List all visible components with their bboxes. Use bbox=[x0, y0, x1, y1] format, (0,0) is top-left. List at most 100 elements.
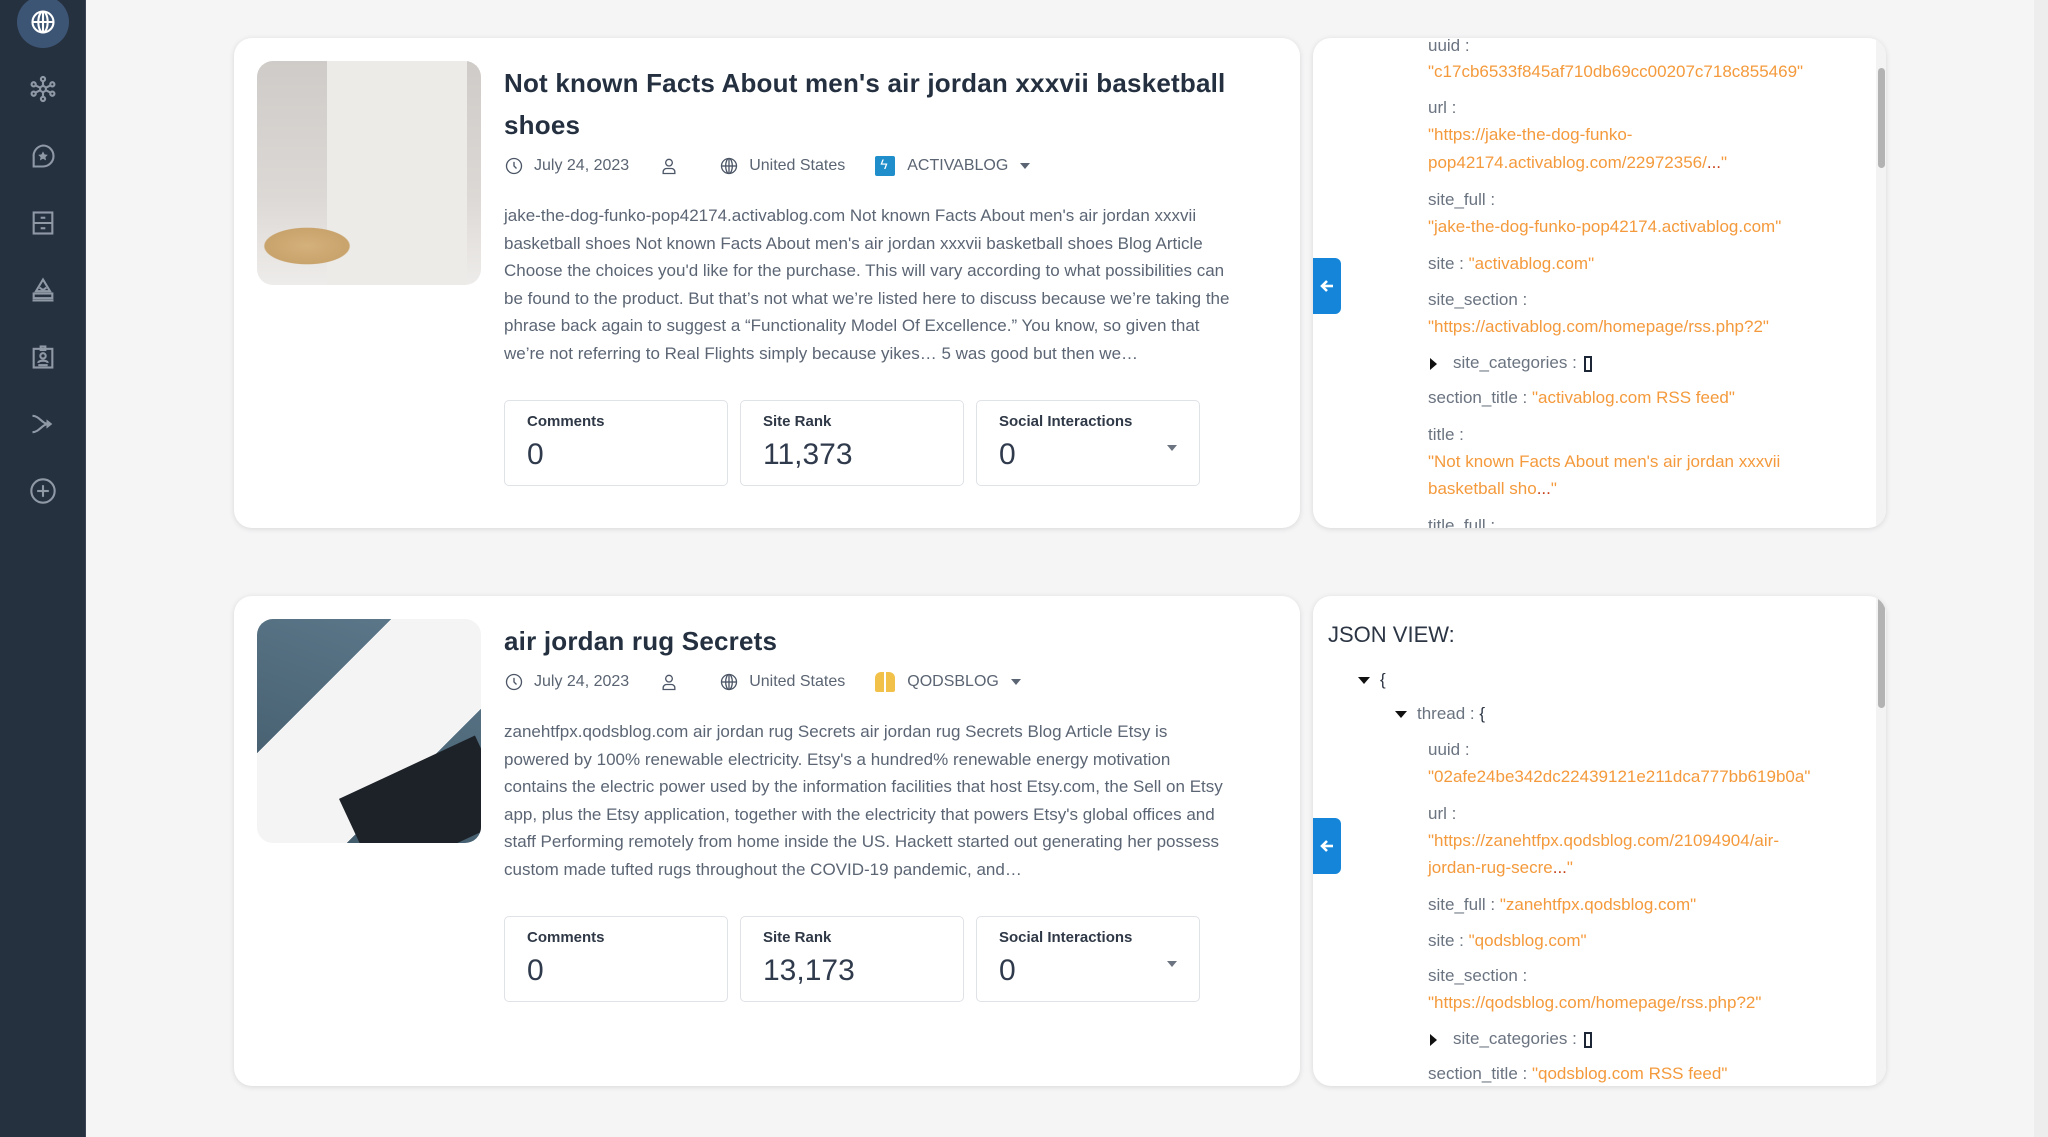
article-card: Not known Facts About men's air jordan x… bbox=[234, 38, 1300, 528]
json-scrollbar[interactable] bbox=[1876, 596, 1886, 1086]
expand-icon[interactable] bbox=[1430, 1033, 1437, 1046]
ellipsis[interactable]: ... bbox=[1553, 858, 1567, 877]
caret-down-icon bbox=[1020, 163, 1031, 169]
merge-icon bbox=[32, 414, 53, 434]
article-thumbnail[interactable] bbox=[257, 61, 481, 285]
json-key: site_section : bbox=[1428, 966, 1528, 985]
json-value: "https://zanehtfpx.qodsblog.com/21094904… bbox=[1428, 831, 1779, 850]
json-value: "https://activablog.com/homepage/rss.php… bbox=[1428, 317, 1769, 336]
sidebar-item-identity[interactable] bbox=[17, 331, 69, 383]
collapse-json-button[interactable] bbox=[1313, 258, 1341, 314]
site-rank-label: Site Rank bbox=[763, 413, 832, 430]
expand-icon[interactable] bbox=[1430, 357, 1437, 370]
article-stats: Comments 0 Site Rank 13,173 Social Inter… bbox=[504, 916, 1200, 1002]
sidebar-item-network[interactable] bbox=[17, 63, 69, 115]
json-key: title_full : bbox=[1428, 516, 1496, 528]
json-key: section_title : bbox=[1428, 1064, 1528, 1083]
author-meta bbox=[659, 156, 689, 176]
badge-icon bbox=[32, 345, 54, 369]
scrollbar-thumb[interactable] bbox=[1878, 596, 1885, 708]
social-interactions-value: 0 bbox=[999, 438, 1016, 471]
json-value: "https://qodsblog.com/homepage/rss.php?2… bbox=[1428, 993, 1762, 1012]
sidebar bbox=[0, 0, 86, 1137]
collapse-json-button[interactable] bbox=[1313, 818, 1341, 874]
json-key: title : bbox=[1428, 425, 1464, 444]
sidebar-item-web[interactable] bbox=[17, 0, 69, 48]
empty-array-icon bbox=[1583, 355, 1592, 372]
sidebar-item-add[interactable] bbox=[17, 465, 69, 517]
site-rank-stat: Site Rank 11,373 bbox=[740, 400, 964, 486]
site-rank-stat: Site Rank 13,173 bbox=[740, 916, 964, 1002]
comments-stat: Comments 0 bbox=[504, 400, 728, 486]
json-view-panel: JSON VIEW: { thread : { uuid : "02afe24b… bbox=[1313, 596, 1886, 1086]
source-dropdown[interactable]: ACTIVABLOG bbox=[875, 156, 1031, 176]
json-key: uuid : bbox=[1428, 740, 1470, 759]
article-stats: Comments 0 Site Rank 11,373 Social Inter… bbox=[504, 400, 1200, 486]
activablog-logo-icon bbox=[875, 156, 896, 176]
json-scrollbar[interactable] bbox=[1876, 38, 1886, 528]
json-key: site : bbox=[1428, 254, 1464, 273]
user-icon bbox=[662, 674, 676, 691]
globe-icon bbox=[31, 10, 55, 34]
json-key: url : bbox=[1428, 804, 1457, 823]
source-dropdown[interactable]: QODSBLOG bbox=[875, 672, 1021, 692]
json-value: "Not known Facts About men's air jordan … bbox=[1428, 452, 1781, 471]
country-meta: United States bbox=[719, 156, 845, 176]
json-value: "activablog.com" bbox=[1468, 254, 1595, 273]
json-key: site_categories : bbox=[1453, 353, 1577, 372]
json-value: "02afe24be342dc22439121e211dca777bb619b0… bbox=[1428, 767, 1811, 786]
json-key: site : bbox=[1428, 931, 1464, 950]
country: United States bbox=[749, 673, 846, 690]
thread-node[interactable]: thread : { bbox=[1395, 700, 1485, 728]
sidebar-item-dark-web[interactable] bbox=[17, 264, 69, 316]
clock-icon bbox=[505, 157, 523, 175]
root-node[interactable]: { bbox=[1358, 666, 1386, 694]
published-date: July 24, 2023 bbox=[534, 157, 630, 174]
sidebar-item-reviews[interactable] bbox=[17, 130, 69, 182]
sidebar-item-merge[interactable] bbox=[17, 398, 69, 450]
globe-icon bbox=[721, 673, 738, 691]
scrollbar-thumb[interactable] bbox=[1878, 68, 1885, 168]
json-value: pop42174.activablog.com/22972356/ bbox=[1428, 153, 1707, 172]
arrow-left-icon bbox=[1320, 280, 1333, 292]
sidebar-item-archive[interactable] bbox=[17, 197, 69, 249]
ellipsis[interactable]: ... bbox=[1707, 153, 1721, 172]
collapse-icon[interactable] bbox=[1395, 711, 1407, 719]
json-key: site_full : bbox=[1428, 190, 1496, 209]
collapse-icon[interactable] bbox=[1358, 677, 1370, 685]
json-key: section_title : bbox=[1428, 388, 1528, 407]
site-categories-node[interactable]: site_categories : bbox=[1430, 1025, 1592, 1053]
globe-icon bbox=[721, 157, 738, 175]
json-value: jordan-rug-secre bbox=[1428, 858, 1553, 877]
ellipsis[interactable]: ... bbox=[1537, 479, 1551, 498]
social-interactions-label: Social Interactions bbox=[999, 413, 1133, 430]
json-key: site_section : bbox=[1428, 290, 1528, 309]
quote: " bbox=[1721, 153, 1728, 172]
article-title[interactable]: Not known Facts About men's air jordan x… bbox=[504, 62, 1284, 146]
add-icon bbox=[30, 478, 56, 504]
page-scroll-track[interactable] bbox=[2034, 0, 2048, 1137]
article-thumbnail[interactable] bbox=[257, 619, 481, 843]
json-key: uuid : bbox=[1428, 38, 1470, 55]
article-meta: July 24, 2023 United States ACTIVABLOG bbox=[504, 156, 1060, 176]
social-interactions-value: 0 bbox=[999, 954, 1016, 987]
clock-icon bbox=[505, 673, 523, 691]
caret-down-icon bbox=[1167, 445, 1177, 451]
comments-stat: Comments 0 bbox=[504, 916, 728, 1002]
json-value: basketball sho bbox=[1428, 479, 1537, 498]
quote: " bbox=[1566, 858, 1573, 877]
json-view-panel: uuid : "c17cb6533f845af710db69cc00207c71… bbox=[1313, 38, 1886, 528]
json-value: "c17cb6533f845af710db69cc00207c718c85546… bbox=[1428, 62, 1804, 81]
json-value: "activablog.com RSS feed" bbox=[1531, 388, 1735, 407]
star-chat-icon bbox=[32, 144, 55, 168]
article-title[interactable]: air jordan rug Secrets bbox=[504, 620, 1284, 662]
site-categories-node[interactable]: site_categories : bbox=[1430, 349, 1592, 377]
date-meta: July 24, 2023 bbox=[504, 672, 629, 692]
site-rank-value: 11,373 bbox=[763, 438, 853, 471]
article-card: air jordan rug Secrets July 24, 2023 Uni… bbox=[234, 596, 1300, 1086]
json-value: "qodsblog.com RSS feed" bbox=[1531, 1064, 1728, 1083]
json-brace: { bbox=[1380, 670, 1386, 689]
social-interactions-dropdown[interactable]: Social Interactions 0 bbox=[976, 400, 1200, 486]
article-excerpt: jake-the-dog-funko-pop42174.activablog.c… bbox=[504, 206, 1230, 363]
social-interactions-dropdown[interactable]: Social Interactions 0 bbox=[976, 916, 1200, 1002]
